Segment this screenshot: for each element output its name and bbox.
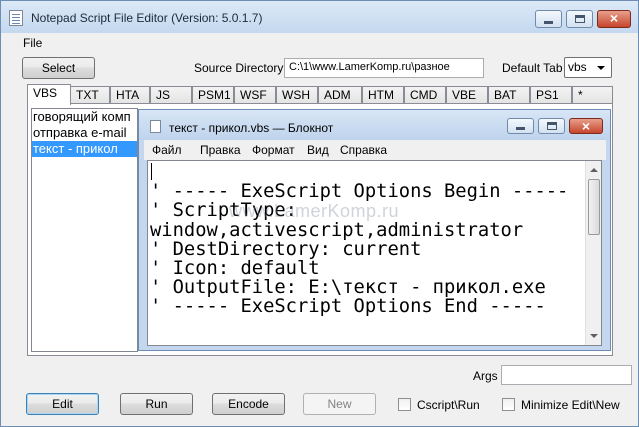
tab-ps1[interactable]: PS1 bbox=[530, 86, 572, 104]
scroll-up-icon[interactable] bbox=[590, 168, 598, 172]
notepad-vertical-scrollbar[interactable] bbox=[585, 161, 601, 345]
tab-bat[interactable]: BAT bbox=[488, 86, 530, 104]
scroll-thumb[interactable] bbox=[588, 179, 600, 235]
notepad-title: текст - прикол.vbs — Блокнот bbox=[169, 121, 334, 135]
code-line: ' Icon: default bbox=[150, 258, 320, 280]
notepad-window: текст - прикол.vbs — Блокнот Файл Правка… bbox=[138, 109, 611, 351]
close-icon: × bbox=[609, 10, 619, 26]
notepad-menu-file[interactable]: Файл bbox=[152, 143, 182, 157]
close-icon: × bbox=[581, 118, 591, 134]
default-tab-value: vbs bbox=[568, 60, 587, 74]
maximize-icon bbox=[575, 15, 585, 23]
notepad-minimize-button[interactable] bbox=[507, 118, 534, 134]
source-directory-label: Source Directory bbox=[194, 61, 284, 75]
watermark: www.LamerKomp.ru bbox=[229, 201, 400, 221]
tab-htm[interactable]: HTM bbox=[362, 86, 404, 104]
minimize-icon bbox=[516, 127, 525, 130]
tab-adm[interactable]: ADM bbox=[318, 86, 362, 104]
notepad-icon bbox=[150, 120, 161, 133]
tab-psm1[interactable]: PSM1 bbox=[192, 86, 234, 104]
args-input[interactable] bbox=[501, 365, 632, 385]
notepad-menubar: Файл Правка Формат Вид Справка bbox=[144, 140, 606, 160]
tab-js[interactable]: JS bbox=[150, 86, 192, 104]
encode-button[interactable]: Encode bbox=[212, 393, 285, 415]
notepad-content: ' ----- ExeScript Options Begin ----- ' S… bbox=[150, 163, 569, 345]
code-line: ' OutputFile: E:\текст - прикол.exe bbox=[150, 277, 546, 299]
notepad-maximize-button[interactable] bbox=[538, 118, 565, 134]
minimize-button[interactable] bbox=[535, 10, 562, 28]
code-line: ' ----- ExeScript Options End ----- bbox=[150, 296, 546, 318]
code-line: ' ----- ExeScript Options Begin ----- bbox=[150, 181, 569, 203]
list-item[interactable]: отправка e-mail bbox=[32, 125, 137, 141]
tab-all[interactable]: * bbox=[572, 86, 613, 104]
title-bar[interactable]: Notepad Script File Editor (Version: 5.0… bbox=[1, 1, 638, 33]
new-button[interactable]: New bbox=[303, 393, 376, 415]
tab-txt[interactable]: TXT bbox=[70, 86, 110, 104]
minimize-icon bbox=[544, 21, 553, 24]
maximize-icon bbox=[547, 122, 557, 130]
run-button[interactable]: Run bbox=[120, 393, 193, 415]
select-button[interactable]: Select bbox=[22, 57, 95, 79]
list-item[interactable]: говорящий комп bbox=[32, 109, 137, 125]
tab-vbs[interactable]: VBS bbox=[27, 84, 71, 105]
code-line: ' DestDirectory: current bbox=[150, 238, 422, 260]
window-title: Notepad Script File Editor (Version: 5.0… bbox=[31, 11, 263, 25]
source-directory-input[interactable]: C:\1\www.LamerKomp.ru\разное bbox=[284, 58, 484, 78]
args-label: Args bbox=[473, 369, 498, 383]
cscript-run-label: Cscript\Run bbox=[417, 398, 480, 412]
cscript-run-checkbox[interactable] bbox=[398, 398, 411, 411]
notepad-close-button[interactable]: × bbox=[569, 118, 603, 134]
tab-wsf[interactable]: WSF bbox=[234, 86, 276, 104]
minimize-edit-new-checkbox[interactable] bbox=[502, 398, 515, 411]
close-button[interactable]: × bbox=[597, 10, 631, 28]
notepad-app-icon bbox=[9, 10, 23, 26]
notepad-text-area[interactable]: ' ----- ExeScript Options Begin ----- ' S… bbox=[147, 160, 602, 346]
notepad-menu-view[interactable]: Вид bbox=[307, 143, 329, 157]
tab-hta[interactable]: HTA bbox=[110, 86, 150, 104]
script-file-list[interactable]: говорящий комп отправка e-mail текст - п… bbox=[31, 108, 138, 352]
menu-file[interactable]: File bbox=[23, 36, 42, 50]
tab-vbe[interactable]: VBE bbox=[446, 86, 488, 104]
minimize-edit-new-label: Minimize Edit\New bbox=[521, 398, 620, 412]
code-line: window,activescript,administrator bbox=[150, 219, 524, 241]
notepad-menu-edit[interactable]: Правка bbox=[200, 143, 241, 157]
list-item-selected[interactable]: текст - прикол bbox=[32, 141, 137, 157]
notepad-menu-help[interactable]: Справка bbox=[340, 143, 387, 157]
edit-button[interactable]: Edit bbox=[26, 393, 99, 415]
notepad-menu-format[interactable]: Формат bbox=[252, 143, 295, 157]
default-tab-label: Default Tab bbox=[502, 61, 563, 75]
scroll-down-icon[interactable] bbox=[590, 334, 598, 338]
chevron-down-icon bbox=[597, 66, 605, 70]
default-tab-select[interactable]: vbs bbox=[564, 57, 612, 78]
tab-wsh[interactable]: WSH bbox=[276, 86, 318, 104]
tab-cmd[interactable]: CMD bbox=[404, 86, 446, 104]
maximize-button[interactable] bbox=[566, 10, 593, 28]
main-window: Notepad Script File Editor (Version: 5.0… bbox=[0, 0, 639, 427]
